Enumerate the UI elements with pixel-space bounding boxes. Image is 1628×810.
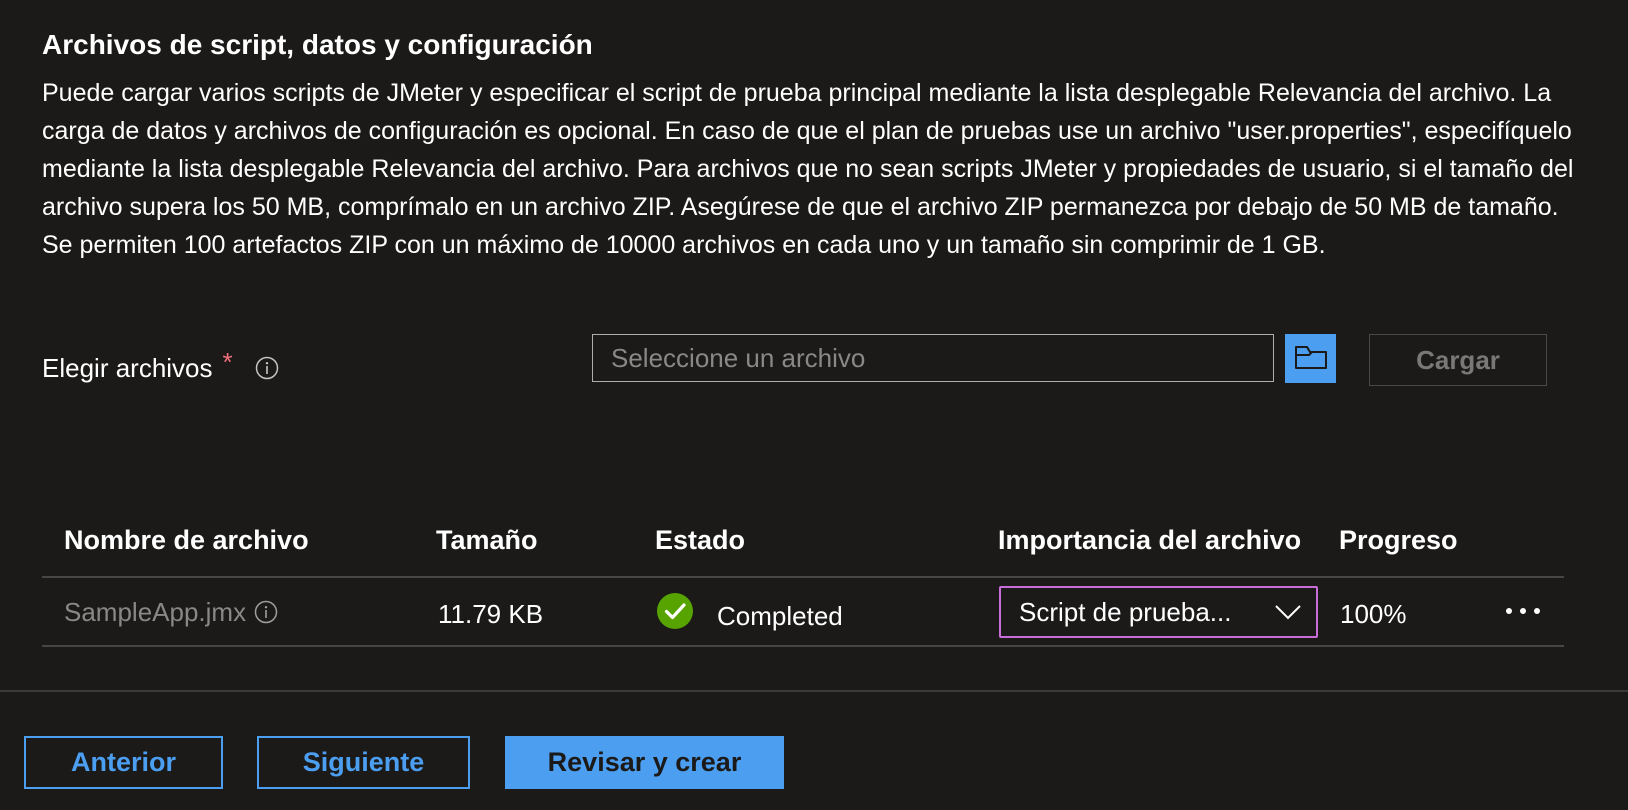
- file-name-cell: SampleApp.jmx: [64, 594, 278, 630]
- column-header-importance: Importancia del archivo: [998, 525, 1302, 555]
- progress-value: 100%: [1340, 599, 1407, 629]
- status-text: Completed: [717, 600, 843, 631]
- more-options-button[interactable]: [1496, 594, 1552, 630]
- footer-divider: [0, 690, 1628, 692]
- browse-files-button[interactable]: [1285, 334, 1336, 383]
- status-cell: Completed: [657, 593, 843, 638]
- file-importance-dropdown[interactable]: Script de prueba...: [999, 586, 1318, 638]
- file-name: SampleApp.jmx: [64, 597, 247, 627]
- info-icon[interactable]: [255, 356, 279, 380]
- next-button[interactable]: Siguiente: [257, 736, 470, 789]
- choose-files-field: Elegir archivos *: [42, 347, 279, 386]
- column-header-progress: Progreso: [1339, 525, 1458, 555]
- table-row-divider: [42, 645, 1564, 647]
- folder-icon: [1294, 344, 1328, 373]
- table-header-divider: [42, 576, 1564, 578]
- required-indicator: *: [222, 347, 233, 377]
- info-icon[interactable]: [254, 600, 278, 624]
- column-header-status: Estado: [655, 525, 746, 555]
- file-select-input[interactable]: [592, 334, 1274, 382]
- more-icon: [1504, 603, 1544, 621]
- section-title: Archivos de script, datos y configuració…: [42, 29, 593, 60]
- previous-button[interactable]: Anterior: [24, 736, 223, 789]
- section-description: Puede cargar varios scripts de JMeter y …: [42, 79, 1574, 259]
- column-header-file-name: Nombre de archivo: [64, 525, 309, 555]
- column-header-size: Tamaño: [436, 525, 538, 555]
- check-circle-icon: [657, 593, 717, 638]
- file-importance-value: Script de prueba...: [1019, 596, 1232, 627]
- file-size: 11.79 KB: [438, 599, 544, 629]
- review-create-button[interactable]: Revisar y crear: [505, 736, 784, 789]
- chevron-down-icon: [1274, 597, 1302, 628]
- choose-files-label: Elegir archivos: [42, 353, 213, 383]
- upload-button[interactable]: Cargar: [1369, 334, 1547, 386]
